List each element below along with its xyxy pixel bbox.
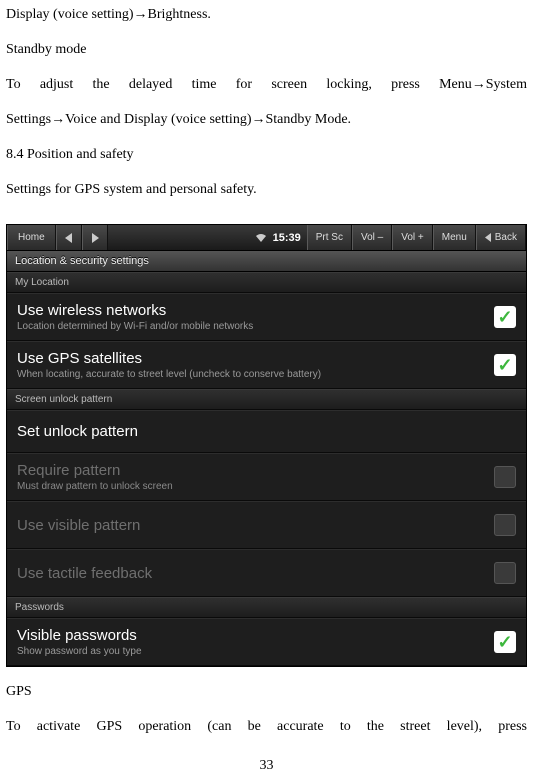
setting-title: Use tactile feedback [17,565,494,582]
vol-down-button[interactable]: Vol – [352,225,392,250]
setting-subtitle: Location determined by Wi-Fi and/or mobi… [17,321,494,332]
prtsc-button[interactable]: Prt Sc [307,225,352,250]
triangle-left-icon [65,233,73,243]
doc-para-gps-title: GPS [6,681,527,702]
doc-para-standby-1: To adjust the delayed time for screen lo… [6,74,527,95]
setting-text: Use wireless networks Location determine… [17,302,494,332]
doc-para-gps-body: To activate GPS operation (can be accura… [6,716,527,737]
doc-para-brightness: Display (voice setting)→Brightness. [6,4,527,25]
back-label: Back [495,232,517,243]
setting-use-visible-pattern[interactable]: Use visible pattern [7,501,526,549]
setting-text: Visible passwords Show password as you t… [17,627,494,657]
top-bar: Home 15:39 Prt Sc Vol – Vol + Menu Back [7,225,526,251]
setting-title: Use GPS satellites [17,350,494,367]
checkbox-checked-icon[interactable] [494,354,516,376]
back-button[interactable]: Back [476,225,526,250]
setting-text: Use visible pattern [17,517,494,534]
status-area: 15:39 [108,225,307,250]
section-screen-unlock: Screen unlock pattern [7,389,526,410]
setting-text: Use GPS satellites When locating, accura… [17,350,494,380]
nav-back-small[interactable] [56,225,82,250]
checkbox-unchecked-icon[interactable] [494,562,516,584]
triangle-right-icon [91,233,99,243]
doc-para-standby-title: Standby mode [6,39,527,60]
setting-visible-passwords[interactable]: Visible passwords Show password as you t… [7,618,526,666]
setting-text: Require pattern Must draw pattern to unl… [17,462,494,492]
setting-title: Require pattern [17,462,494,479]
checkbox-checked-icon[interactable] [494,631,516,653]
section-passwords: Passwords [7,597,526,618]
status-clock: 15:39 [273,232,301,244]
setting-set-unlock-pattern[interactable]: Set unlock pattern [7,410,526,453]
menu-button[interactable]: Menu [433,225,476,250]
setting-text: Use tactile feedback [17,565,494,582]
wifi-icon [255,233,267,243]
vol-up-button[interactable]: Vol + [392,225,433,250]
setting-use-tactile-feedback[interactable]: Use tactile feedback [7,549,526,597]
android-screenshot: Home 15:39 Prt Sc Vol – Vol + Menu Back [6,224,527,667]
screen-title: Location & security settings [7,251,526,272]
setting-text: Set unlock pattern [17,423,516,440]
doc-section-heading: 8.4 Position and safety [6,144,527,165]
setting-subtitle: When locating, accurate to street level … [17,369,494,380]
nav-forward-small[interactable] [82,225,108,250]
setting-title: Visible passwords [17,627,494,644]
doc-para-gps-intro: Settings for GPS system and personal saf… [6,179,527,200]
doc-para-standby-2: Settings→Voice and Display (voice settin… [6,109,527,130]
page-number: 33 [6,755,527,776]
setting-use-wireless[interactable]: Use wireless networks Location determine… [7,293,526,341]
home-button[interactable]: Home [7,225,56,250]
section-my-location: My Location [7,272,526,293]
setting-require-pattern[interactable]: Require pattern Must draw pattern to unl… [7,453,526,501]
checkbox-unchecked-icon[interactable] [494,466,516,488]
setting-subtitle: Show password as you type [17,646,494,657]
setting-title: Use wireless networks [17,302,494,319]
checkbox-unchecked-icon[interactable] [494,514,516,536]
setting-title: Use visible pattern [17,517,494,534]
setting-subtitle: Must draw pattern to unlock screen [17,481,494,492]
setting-title: Set unlock pattern [17,423,516,440]
checkbox-checked-icon[interactable] [494,306,516,328]
setting-use-gps[interactable]: Use GPS satellites When locating, accura… [7,341,526,389]
back-arrow-icon [485,233,492,242]
